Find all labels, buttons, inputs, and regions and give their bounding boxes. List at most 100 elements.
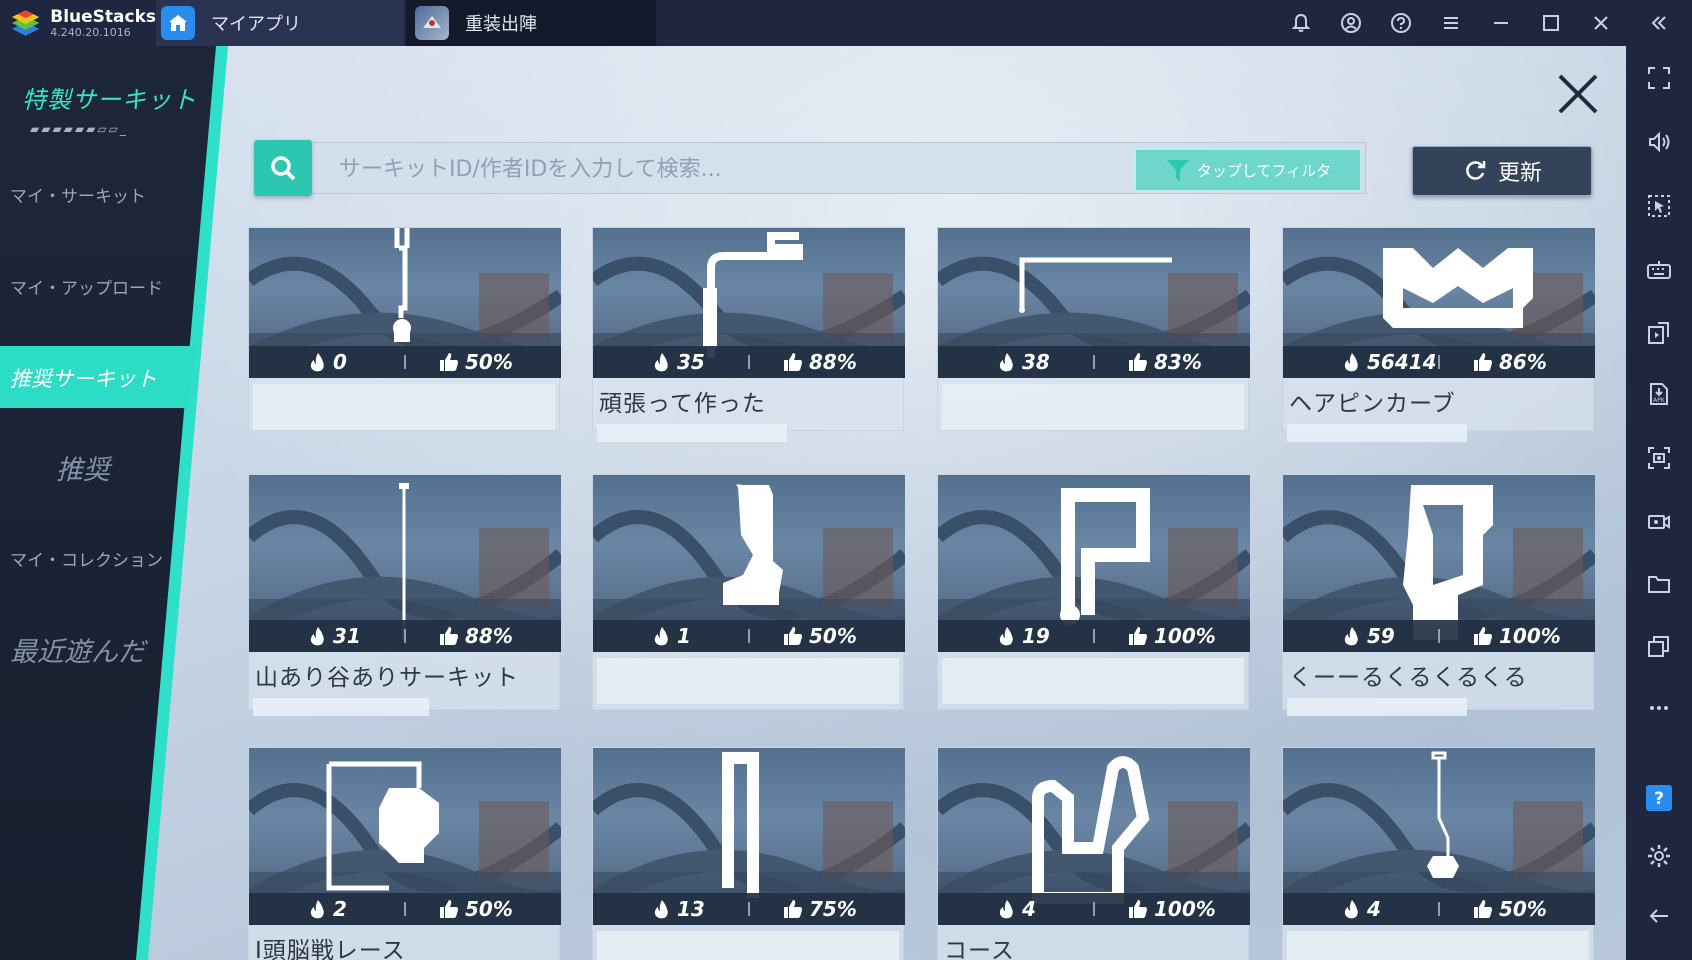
- like-rate-value: 50%: [1499, 897, 1547, 921]
- help-icon[interactable]: ?: [1626, 778, 1692, 818]
- circuit-card[interactable]: 56414 86% ヘアピンカーブ: [1282, 227, 1595, 442]
- circuit-card[interactable]: 59 100% くーーるくるくるくる: [1282, 474, 1595, 716]
- record-icon[interactable]: [1626, 502, 1692, 542]
- close-window-icon[interactable]: [1576, 0, 1626, 46]
- tab-my-apps[interactable]: マイアプリ: [156, 0, 404, 46]
- maximize-icon[interactable]: [1526, 0, 1576, 46]
- menu-item-my-upload[interactable]: マイ・アップロード: [10, 274, 163, 299]
- circuit-card[interactable]: 4 100% コース: [937, 747, 1250, 960]
- circuit-stats: 19 100%: [938, 620, 1250, 652]
- play-count-value: 38: [1022, 350, 1050, 374]
- circuit-name: 山あり谷ありサーキット: [255, 665, 519, 691]
- menu-title: 特製サーキット: [22, 86, 197, 114]
- more-icon[interactable]: [1626, 688, 1692, 728]
- like-rate-value: 88%: [465, 624, 513, 648]
- flame-icon: [310, 353, 324, 372]
- install-icon[interactable]: [1626, 312, 1692, 352]
- flame-icon: [999, 353, 1013, 372]
- menu-item-my-circuit[interactable]: マイ・サーキット: [10, 182, 146, 207]
- circuit-card[interactable]: 1 50%: [592, 474, 905, 710]
- menu-item-recommended[interactable]: 推奨: [56, 448, 110, 487]
- play-count: 2: [309, 897, 347, 921]
- circuit-thumbnail: 4 50%: [1283, 748, 1595, 925]
- like-rate-value: 75%: [809, 897, 857, 921]
- circuit-card[interactable]: 13 75%: [592, 747, 905, 960]
- screenshot-icon[interactable]: [1626, 438, 1692, 478]
- circuit-name-placeholder: [942, 384, 1244, 430]
- circuit-stats: 2 50%: [249, 893, 561, 925]
- author-bar: [1287, 698, 1467, 716]
- circuit-stats: 56414 86%: [1283, 346, 1595, 378]
- settings-icon[interactable]: [1626, 836, 1692, 876]
- author-bar: [1287, 424, 1467, 442]
- circuit-card[interactable]: 35 88% 頑張って作った: [592, 227, 905, 442]
- stat-divider: [1438, 902, 1440, 916]
- account-icon[interactable]: [1326, 0, 1376, 46]
- thumbs-up-icon: [784, 900, 802, 918]
- circuit-thumbnail: 56414 86%: [1283, 228, 1595, 378]
- home-icon: [161, 6, 195, 40]
- volume-icon[interactable]: [1626, 122, 1692, 162]
- menu-icon[interactable]: [1426, 0, 1476, 46]
- like-rate: 86%: [1473, 350, 1547, 374]
- flame-icon: [999, 900, 1013, 919]
- stat-divider: [404, 902, 406, 916]
- like-rate-value: 50%: [465, 897, 513, 921]
- stat-divider: [1093, 629, 1095, 643]
- search-input[interactable]: [339, 153, 1099, 185]
- back-icon[interactable]: [1626, 896, 1692, 936]
- circuit-card[interactable]: 0 50%: [248, 227, 561, 431]
- circuit-card[interactable]: 19 100%: [937, 474, 1250, 710]
- circuit-card[interactable]: 4 50%: [1282, 747, 1595, 960]
- play-count: 59: [1343, 624, 1395, 648]
- circuit-card[interactable]: 38 83%: [937, 227, 1250, 431]
- thumbs-up-icon: [440, 627, 458, 645]
- keyboard-icon[interactable]: [1626, 250, 1692, 290]
- bluestacks-logo: BlueStacks 4.240.20.1016: [0, 0, 156, 46]
- like-rate-value: 100%: [1499, 624, 1561, 648]
- minimize-icon[interactable]: [1476, 0, 1526, 46]
- circuit-name: くーーるくるくるくる: [1289, 665, 1528, 691]
- filter-button[interactable]: タップしてフィルタ: [1134, 148, 1362, 192]
- circuit-thumbnail: 0 50%: [249, 228, 561, 378]
- fullscreen-icon[interactable]: [1626, 58, 1692, 98]
- tab-game[interactable]: 重装出陣: [406, 0, 656, 46]
- circuit-stats: 1 50%: [593, 620, 905, 652]
- svg-text:APK: APK: [1653, 397, 1666, 404]
- flame-icon: [1344, 900, 1358, 919]
- play-count: 4: [998, 897, 1036, 921]
- circuit-card[interactable]: 2 50% I頭脳戦レース: [248, 747, 561, 960]
- collapse-sidebar-icon[interactable]: [1626, 0, 1692, 46]
- circuit-thumbnail: 59 100%: [1283, 475, 1595, 652]
- thumbs-up-icon: [784, 627, 802, 645]
- folder-icon[interactable]: [1626, 564, 1692, 604]
- help-circle-icon[interactable]: [1376, 0, 1426, 46]
- play-count-value: 35: [677, 350, 705, 374]
- apk-icon[interactable]: APK: [1626, 374, 1692, 414]
- play-count-value: 13: [677, 897, 705, 921]
- multi-instance-icon[interactable]: [1626, 626, 1692, 666]
- author-bar: [597, 424, 787, 442]
- play-count: 1: [653, 624, 691, 648]
- thumbs-up-icon: [1129, 627, 1147, 645]
- close-icon[interactable]: [1552, 68, 1604, 120]
- tab-label: マイアプリ: [211, 14, 301, 35]
- search-button[interactable]: [254, 140, 312, 196]
- refresh-button[interactable]: 更新: [1412, 146, 1592, 196]
- play-count: 31: [309, 624, 361, 648]
- cursor-icon[interactable]: [1626, 186, 1692, 226]
- circuit-card[interactable]: 31 88% 山あり谷ありサーキット: [248, 474, 561, 716]
- flame-icon: [1344, 353, 1358, 372]
- menu-item-recommended-circuit-label: 推奨サーキット: [10, 367, 157, 391]
- bell-icon[interactable]: [1276, 0, 1326, 46]
- play-count: 35: [653, 350, 705, 374]
- play-count-value: 31: [333, 624, 361, 648]
- stat-divider: [1093, 902, 1095, 916]
- menu-item-recent[interactable]: 最近遊んだ: [10, 630, 145, 669]
- play-count-value: 0: [333, 350, 347, 374]
- menu-item-my-collection[interactable]: マイ・コレクション: [10, 546, 163, 571]
- circuit-thumbnail: 19 100%: [938, 475, 1250, 652]
- like-rate: 50%: [783, 624, 857, 648]
- like-rate-value: 86%: [1499, 350, 1547, 374]
- circuit-thumbnail: 1 50%: [593, 475, 905, 652]
